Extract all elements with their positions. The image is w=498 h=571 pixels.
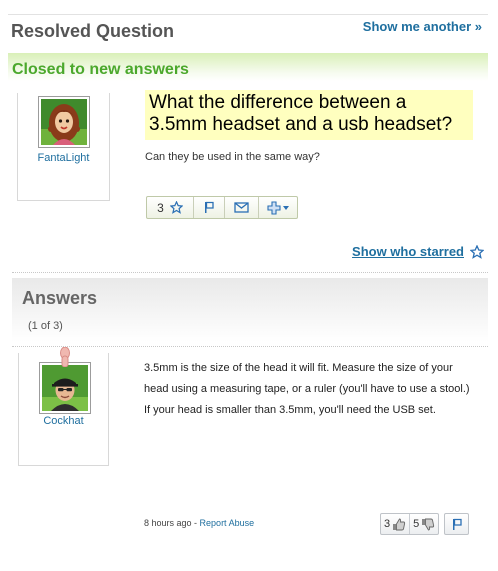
section-divider <box>12 272 488 273</box>
thumbs-up-count: 3 <box>384 518 391 530</box>
chevron-down-icon <box>283 205 289 210</box>
status-banner: Closed to new answers <box>8 53 488 81</box>
email-button[interactable] <box>225 197 259 218</box>
asker-card: FantaLight <box>17 93 110 201</box>
answerer-name-link[interactable]: Cockhat <box>19 415 108 427</box>
star-count: 3 <box>157 200 164 215</box>
add-to-button[interactable] <box>259 197 297 218</box>
show-another-link[interactable]: Show me another » <box>363 19 482 34</box>
email-icon <box>234 202 249 213</box>
meta-separator: - <box>191 518 200 528</box>
show-who-starred-label: Show who starred <box>352 244 464 259</box>
answers-heading: Answers <box>22 288 98 308</box>
hat-ornament-icon <box>60 347 70 367</box>
thumbs-down-count: 5 <box>413 518 420 530</box>
answer-vote-bar: 3 5 <box>380 513 470 535</box>
flag-answer-button[interactable] <box>444 513 470 535</box>
star-button[interactable]: 3 <box>147 197 194 218</box>
question-body: Can they be used in the same way? <box>145 151 320 163</box>
report-abuse-link[interactable]: Report Abuse <box>200 518 255 528</box>
answers-count: (1 of 3) <box>28 320 63 332</box>
show-who-starred-link[interactable]: Show who starred <box>352 244 484 259</box>
answerer-avatar[interactable] <box>39 362 91 414</box>
star-icon <box>169 201 183 214</box>
flag-icon <box>452 518 462 530</box>
rating-box: 3 5 <box>380 513 440 535</box>
status-label: Closed to new answers <box>12 61 189 78</box>
header: Resolved Question Show me another » <box>8 15 488 53</box>
flag-icon <box>205 201 214 213</box>
thumbs-up-icon <box>393 518 406 530</box>
answer-meta: 8 hours ago - Report Abuse <box>144 518 254 528</box>
thumbs-down-button[interactable]: 5 <box>409 514 438 534</box>
star-icon <box>470 244 484 259</box>
plus-icon <box>267 200 281 215</box>
answer-time: 8 hours ago <box>144 518 192 528</box>
asker-avatar[interactable] <box>38 96 90 148</box>
answers-header: Answers (1 of 3) <box>12 278 488 342</box>
answerer-card: Cockhat <box>18 347 109 466</box>
question-title: What the difference between a 3.5mm head… <box>145 90 473 140</box>
thumbs-up-button[interactable]: 3 <box>381 514 409 534</box>
asker-name-link[interactable]: FantaLight <box>18 152 109 164</box>
flag-button[interactable] <box>194 197 225 218</box>
answer-body: 3.5mm is the size of the head it will fi… <box>144 362 470 416</box>
page-title: Resolved Question <box>11 21 175 41</box>
answerer-avatar-image <box>42 365 88 411</box>
answer-divider <box>12 346 488 347</box>
asker-avatar-image <box>41 99 87 145</box>
thumbs-down-icon <box>422 518 435 530</box>
question-action-bar: 3 <box>146 196 298 219</box>
